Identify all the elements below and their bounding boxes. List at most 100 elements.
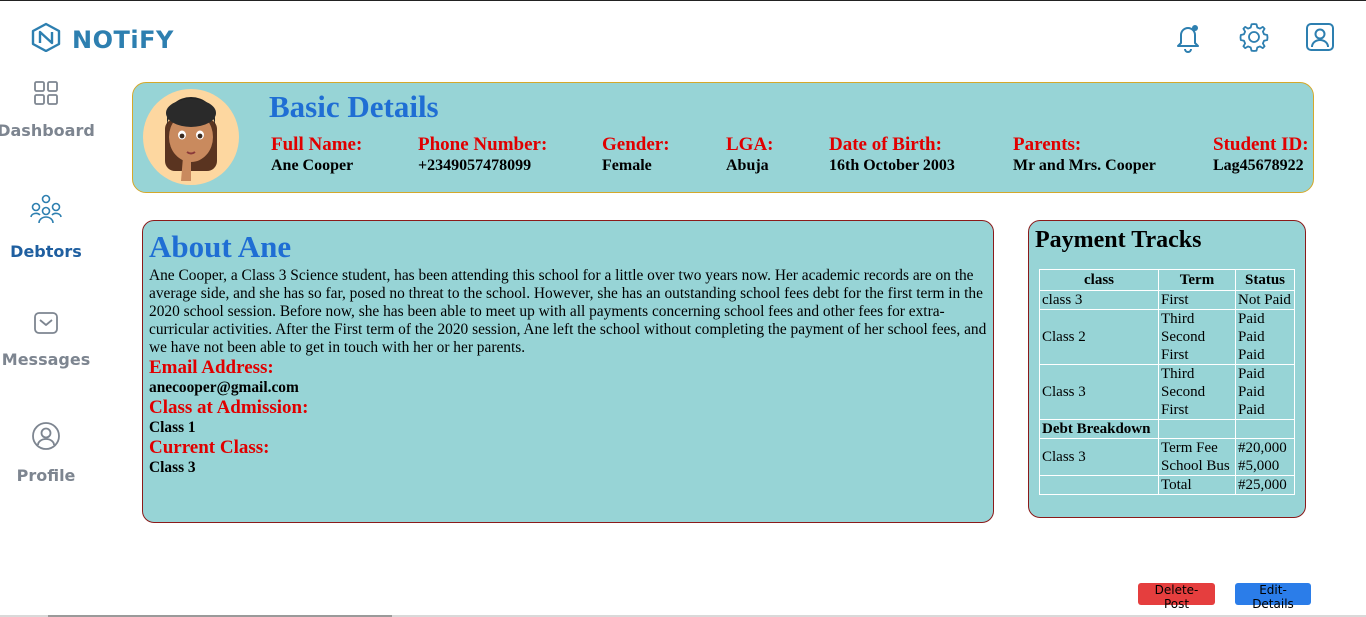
- empty-cell: [1235, 419, 1295, 439]
- term-item: First: [1161, 347, 1189, 363]
- email-value: anecooper@gmail.com: [149, 379, 299, 396]
- empty-cell: [1039, 475, 1159, 495]
- field-label: Parents:: [1013, 134, 1082, 155]
- cell-class: class 3: [1039, 290, 1159, 310]
- column-header-term: Term: [1158, 269, 1236, 291]
- about-card: About Ane Ane Cooper, a Class 3 Science …: [142, 220, 994, 523]
- sidebar-item-messages[interactable]: Messages: [0, 311, 92, 369]
- field-value: Female: [602, 157, 652, 174]
- gear-icon[interactable]: [1237, 20, 1271, 54]
- debt-amount: #20,000: [1238, 440, 1287, 456]
- term-item: Second: [1161, 384, 1206, 400]
- about-description: Ane Cooper, a Class 3 Science student, h…: [149, 267, 987, 356]
- about-title: About Ane: [149, 229, 292, 264]
- table-row: Class 3 Third Second First Paid Paid Pai…: [1039, 364, 1295, 420]
- grid-icon: [33, 80, 59, 111]
- cell-terms: Third Second First: [1158, 309, 1236, 365]
- total-row: Total #25,000: [1039, 475, 1295, 495]
- field-label: Full Name:: [271, 134, 363, 155]
- payment-tracks-title: Payment Tracks: [1035, 227, 1202, 253]
- cell-class: Class 3: [1039, 364, 1159, 420]
- edit-details-button[interactable]: Edit-Details: [1235, 583, 1311, 611]
- delete-post-button[interactable]: Delete-Post: [1138, 583, 1215, 611]
- field-label: Gender:: [602, 134, 670, 155]
- brand-name: NOTiFY: [72, 25, 174, 54]
- status-item: Paid: [1238, 384, 1265, 400]
- field-gender: Gender: Female: [602, 134, 670, 175]
- status-item: Paid: [1238, 311, 1265, 327]
- total-amount: #25,000: [1235, 475, 1295, 495]
- term-item: First: [1161, 402, 1189, 418]
- cell-class: Class 3: [1039, 438, 1159, 476]
- sidebar-item-debtors[interactable]: Debtors: [0, 193, 92, 261]
- sidebar-item-profile[interactable]: Profile: [0, 421, 92, 485]
- email-label: Email Address:: [149, 357, 274, 378]
- field-label: Phone Number:: [418, 134, 548, 155]
- field-student-id: Student ID: Lag45678922: [1213, 134, 1309, 175]
- admission-class-value: Class 1: [149, 419, 196, 436]
- current-class-label: Current Class:: [149, 437, 270, 458]
- logo-icon: [30, 22, 62, 57]
- debt-amounts: #20,000 #5,000: [1235, 438, 1295, 476]
- debt-breakdown-title: Debt Breakdown: [1039, 419, 1159, 439]
- field-lga: LGA: Abuja: [726, 134, 774, 175]
- cell-statuses: Paid Paid Paid: [1235, 309, 1295, 365]
- payment-table: class Term Status class 3 First Not Paid…: [1039, 269, 1295, 495]
- status-item: Paid: [1238, 329, 1265, 345]
- empty-cell: [1158, 419, 1236, 439]
- field-phone-number: Phone Number: +2349057478099: [418, 134, 547, 175]
- envelope-icon: [33, 311, 59, 340]
- current-class-value: Class 3: [149, 459, 196, 476]
- avatar: [143, 89, 239, 185]
- debt-amount: #5,000: [1238, 458, 1280, 474]
- field-date-of-birth: Date of Birth: 16th October 2003: [829, 134, 955, 175]
- table-row: class 3 First Not Paid: [1039, 290, 1295, 310]
- field-value: Abuja: [726, 157, 769, 174]
- debt-item: School Bus: [1161, 458, 1230, 474]
- sidebar-item-dashboard[interactable]: Dashboard: [0, 80, 95, 140]
- brand-logo[interactable]: NOTiFY: [30, 22, 174, 57]
- cell-class: Class 2: [1039, 309, 1159, 365]
- sidebar-label-messages: Messages: [1, 350, 91, 369]
- table-header-row: class Term Status: [1039, 269, 1295, 291]
- top-border: [0, 0, 1366, 1]
- payment-tracks-card: Payment Tracks class Term Status class 3…: [1028, 220, 1306, 518]
- basic-details-card: Basic Details Full Name: Ane Cooper Phon…: [132, 82, 1314, 193]
- status-item: Paid: [1238, 366, 1265, 382]
- cell-terms: Third Second First: [1158, 364, 1236, 420]
- cell-status: Not Paid: [1235, 290, 1295, 310]
- sidebar-label-dashboard: Dashboard: [0, 121, 95, 140]
- basic-details-title: Basic Details: [269, 89, 439, 124]
- sidebar-label-profile: Profile: [16, 466, 76, 485]
- sidebar-label-debtors: Debtors: [10, 242, 82, 261]
- debt-items-row: Class 3 Term Fee School Bus #20,000 #5,0…: [1039, 438, 1295, 476]
- field-value: +2349057478099: [418, 157, 532, 174]
- field-label: Student ID:: [1213, 134, 1309, 155]
- user-profile-icon[interactable]: [1303, 20, 1337, 54]
- bell-icon[interactable]: [1171, 20, 1205, 54]
- field-value: Ane Cooper: [271, 157, 354, 174]
- column-header-status: Status: [1235, 269, 1295, 291]
- field-value: Lag45678922: [1213, 157, 1304, 174]
- term-item: Second: [1161, 329, 1206, 345]
- field-label: Date of Birth:: [829, 134, 942, 155]
- column-header-class: class: [1039, 269, 1159, 291]
- term-item: Third: [1161, 311, 1195, 327]
- user-circle-icon: [31, 421, 61, 456]
- table-row: Class 2 Third Second First Paid Paid Pai…: [1039, 309, 1295, 365]
- field-parents: Parents: Mr and Mrs. Cooper: [1013, 134, 1156, 175]
- status-item: Paid: [1238, 402, 1265, 418]
- total-label: Total: [1158, 475, 1236, 495]
- debt-item: Term Fee: [1161, 440, 1218, 456]
- field-full-name: Full Name: Ane Cooper: [271, 134, 362, 175]
- admission-class-label: Class at Admission:: [149, 397, 309, 418]
- group-icon: [30, 193, 62, 232]
- cell-term: First: [1158, 290, 1236, 310]
- cell-statuses: Paid Paid Paid: [1235, 364, 1295, 420]
- term-item: Third: [1161, 366, 1195, 382]
- field-label: LGA:: [726, 134, 774, 155]
- debt-items: Term Fee School Bus: [1158, 438, 1236, 476]
- status-item: Paid: [1238, 347, 1265, 363]
- field-value: 16th October 2003: [829, 157, 955, 174]
- field-value: Mr and Mrs. Cooper: [1013, 157, 1156, 174]
